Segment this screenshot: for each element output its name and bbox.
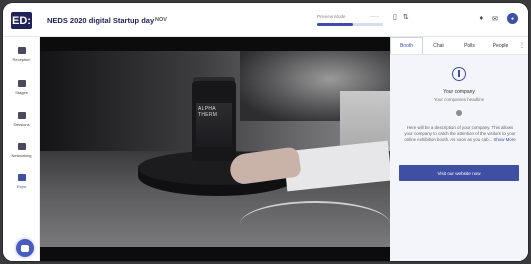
avatar[interactable]: ● [507, 13, 518, 24]
more-options-icon[interactable]: ⋮ [516, 37, 528, 54]
home-icon [17, 47, 26, 54]
sidebar: Reception Stages Sessions Networking Exp… [3, 37, 40, 261]
preview-mode-value: —— [370, 14, 379, 19]
sessions-icon [17, 112, 26, 119]
sidebar-item-expo[interactable]: Expo [3, 174, 40, 189]
user-controls: ♦ ✉ ● [480, 13, 518, 24]
video-frame: ALPHA THERM [40, 51, 390, 247]
event-date: NOV [155, 17, 167, 23]
layout-controls: ▯ ⇅ [393, 13, 409, 21]
visit-website-button[interactable]: Visit our website now [399, 165, 519, 181]
company-headline: Your companies headline [433, 97, 485, 102]
chat-icon [21, 244, 29, 252]
tab-polls[interactable]: Polls [454, 37, 485, 54]
tab-chat[interactable]: Chat [423, 37, 454, 54]
panel-tabs: Booth Chat Polls People ⋮ [390, 37, 528, 55]
company-name: Your company [443, 89, 475, 95]
company-logo-icon [452, 67, 466, 81]
chat-launcher-button[interactable] [14, 237, 36, 259]
app-window: ED: NEDS 2020 digital Startup day NOV Pr… [3, 3, 528, 261]
link-icon[interactable] [456, 110, 462, 116]
sidebar-item-label: Reception [12, 57, 31, 62]
bell-icon[interactable]: ♦ [480, 15, 484, 22]
jar-label: ALPHA THERM [196, 103, 232, 147]
preview-progress-bar[interactable] [317, 23, 383, 26]
sidebar-item-stages[interactable]: Stages [3, 80, 40, 95]
event-logo[interactable]: ED: [11, 12, 32, 29]
mail-icon[interactable]: ✉ [492, 15, 498, 23]
company-description: Here will be a description of your compa… [402, 125, 518, 144]
sidebar-item-sessions[interactable]: Sessions [3, 112, 40, 127]
layout-icon[interactable]: ▯ [393, 13, 397, 21]
top-bar: ED: NEDS 2020 digital Startup day NOV Pr… [3, 3, 528, 37]
tab-booth[interactable]: Booth [390, 37, 423, 54]
preview-mode-label: Preview Mode [317, 14, 346, 19]
sidebar-item-label: Stages [15, 90, 28, 95]
video-icon [17, 80, 26, 87]
translate-icon[interactable]: ⇅ [403, 13, 409, 21]
sidebar-item-reception[interactable]: Reception [3, 47, 40, 62]
networking-icon [17, 143, 26, 150]
tab-people[interactable]: People [485, 37, 516, 54]
expo-icon [17, 174, 26, 181]
booth-content: Your company Your companies headline Her… [390, 55, 528, 261]
sidebar-item-label: Sessions [13, 122, 30, 127]
preview-progress-fill [317, 23, 354, 26]
sidebar-item-label: Networking [11, 153, 32, 158]
sidebar-item-label: Expo [16, 184, 27, 189]
booth-panel: Booth Chat Polls People ⋮ Your company Y… [390, 37, 528, 261]
sidebar-item-networking[interactable]: Networking [3, 143, 40, 158]
show-more-link[interactable]: Show More [493, 137, 515, 142]
booth-video[interactable]: ALPHA THERM [40, 37, 390, 261]
event-title: NEDS 2020 digital Startup day [47, 16, 155, 25]
